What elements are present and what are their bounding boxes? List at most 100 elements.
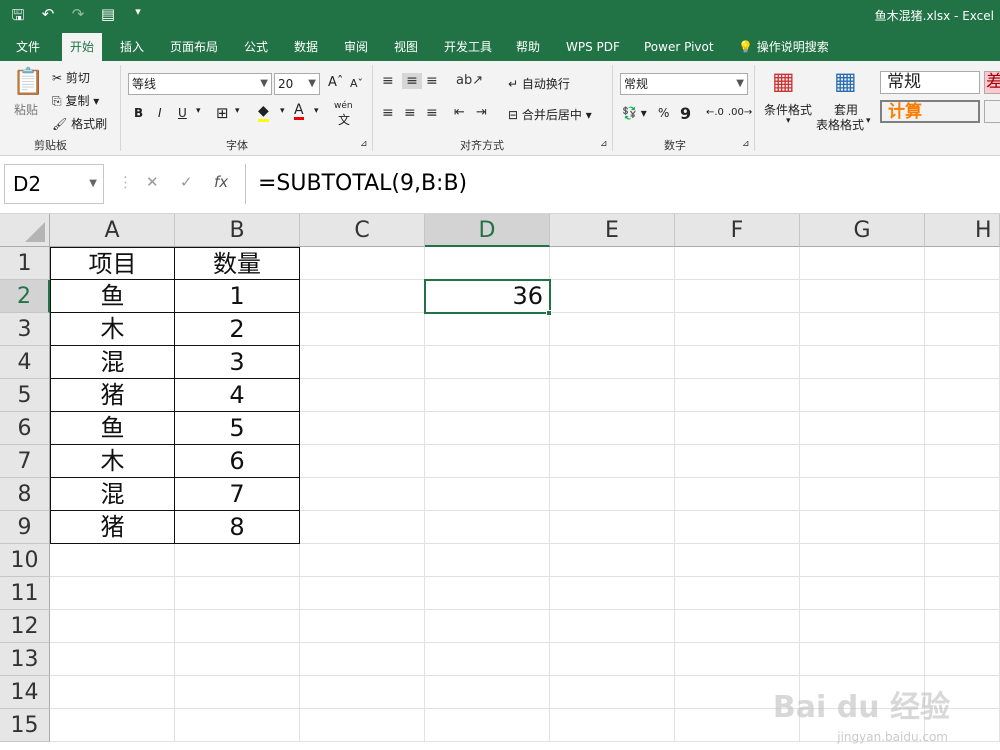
tab-home[interactable]: 开始 <box>62 33 103 61</box>
row-header-15[interactable]: 15 <box>0 709 50 742</box>
grid-cell[interactable] <box>550 709 675 742</box>
align-right-icon[interactable]: ≡ <box>426 105 438 121</box>
grid-cell[interactable] <box>175 544 300 577</box>
tab-file[interactable]: 文件 <box>8 33 48 61</box>
cell-b1[interactable]: 数量 <box>175 247 300 280</box>
grid-cell[interactable] <box>550 280 675 313</box>
grid-cell[interactable] <box>425 346 550 379</box>
grid-cell[interactable] <box>925 577 1000 610</box>
grid-cell[interactable] <box>300 643 425 676</box>
grid-cell[interactable] <box>300 577 425 610</box>
grid-cell[interactable] <box>425 478 550 511</box>
style-calculation[interactable]: 计算 <box>880 100 980 123</box>
grid-cell[interactable] <box>300 544 425 577</box>
grid-cell[interactable] <box>425 709 550 742</box>
row-header-11[interactable]: 11 <box>0 577 50 610</box>
grid-cell[interactable] <box>675 610 800 643</box>
grid-cell[interactable] <box>925 346 1000 379</box>
align-bottom-icon[interactable]: ≡ <box>426 73 438 89</box>
row-header-12[interactable]: 12 <box>0 610 50 643</box>
grid-cell[interactable] <box>800 610 925 643</box>
decrease-decimal-icon[interactable]: .00→ <box>728 107 752 118</box>
grid-cell[interactable] <box>675 577 800 610</box>
column-header-g[interactable]: G <box>800 214 925 247</box>
grid-cell[interactable] <box>550 511 675 544</box>
copy-button[interactable]: ⎘ 复制 ▾ <box>52 92 99 109</box>
grid-cell[interactable] <box>925 643 1000 676</box>
shrink-font-button[interactable]: Aˇ <box>350 77 363 90</box>
underline-dropdown-icon[interactable]: ▾ <box>196 106 201 116</box>
column-header-c[interactable]: C <box>300 214 425 247</box>
customize-icon[interactable]: ▾ <box>128 5 148 30</box>
cell-a7[interactable]: 木 <box>50 445 175 478</box>
grid-cell[interactable] <box>425 643 550 676</box>
cell-b3[interactable]: 2 <box>175 313 300 346</box>
column-header-h[interactable]: H <box>925 214 1000 247</box>
tell-me-search[interactable]: 💡 操作说明搜索 <box>730 33 837 61</box>
grid-cell[interactable] <box>800 544 925 577</box>
tab-view[interactable]: 视图 <box>386 33 426 61</box>
formula-input[interactable]: =SUBTOTAL(9,B:B) <box>245 164 1000 204</box>
font-name-combo[interactable]: 等线 ▼ <box>128 73 272 95</box>
fill-handle[interactable] <box>546 310 552 316</box>
grid-cell[interactable] <box>550 346 675 379</box>
cell-b8[interactable]: 7 <box>175 478 300 511</box>
format-table-label-2[interactable]: 表格格式 <box>816 116 864 133</box>
grid-cell[interactable] <box>300 313 425 346</box>
increase-indent-icon[interactable]: ⇥ <box>476 105 487 120</box>
column-header-b[interactable]: B <box>175 214 300 247</box>
grid-cell[interactable] <box>925 280 1000 313</box>
grid-cell[interactable] <box>800 412 925 445</box>
grid-cell[interactable] <box>550 313 675 346</box>
save-icon[interactable]: 🖫 <box>8 5 28 30</box>
cell-a6[interactable]: 鱼 <box>50 412 175 445</box>
form-icon[interactable]: ▤ <box>98 5 118 30</box>
align-center-icon[interactable]: ≡ <box>404 105 416 121</box>
cell-a4[interactable]: 混 <box>50 346 175 379</box>
grid-cell[interactable] <box>50 643 175 676</box>
grid-cell[interactable] <box>300 676 425 709</box>
row-header-2[interactable]: 2 <box>0 280 50 313</box>
grid-cell[interactable] <box>425 313 550 346</box>
align-middle-icon[interactable]: ≡ <box>402 73 422 89</box>
comma-style-button[interactable]: 9 <box>680 104 691 123</box>
grid-cell[interactable] <box>925 544 1000 577</box>
grid-cell[interactable] <box>675 643 800 676</box>
grid-cell[interactable] <box>425 610 550 643</box>
grid-cell[interactable] <box>675 247 800 280</box>
grid-cell[interactable] <box>300 346 425 379</box>
grid-cell[interactable] <box>175 577 300 610</box>
grid-cell[interactable] <box>550 610 675 643</box>
font-color-button[interactable]: A <box>294 103 304 120</box>
grid-cell[interactable] <box>675 280 800 313</box>
row-header-8[interactable]: 8 <box>0 478 50 511</box>
cancel-icon[interactable]: ✕ <box>146 173 159 191</box>
row-header-13[interactable]: 13 <box>0 643 50 676</box>
tab-insert[interactable]: 插入 <box>112 33 152 61</box>
grid-cell[interactable] <box>550 676 675 709</box>
grid-cell[interactable] <box>50 544 175 577</box>
insert-function-icon[interactable]: fx <box>214 173 228 191</box>
grid-cell[interactable] <box>425 676 550 709</box>
paste-icon[interactable]: 📋 <box>12 67 44 97</box>
grid-cell[interactable] <box>675 511 800 544</box>
grid-cell[interactable] <box>300 709 425 742</box>
grid-cell[interactable] <box>550 445 675 478</box>
tab-page-layout[interactable]: 页面布局 <box>162 33 226 61</box>
grid-cell[interactable] <box>425 379 550 412</box>
conditional-dropdown-icon[interactable]: ▾ <box>786 116 791 126</box>
conditional-format-icon[interactable]: ▦ <box>772 67 795 95</box>
style-normal[interactable]: 常规 <box>880 71 980 94</box>
grid-cell[interactable] <box>550 643 675 676</box>
underline-button[interactable]: U <box>178 106 187 120</box>
cell-a9[interactable]: 猪 <box>50 511 175 544</box>
align-left-icon[interactable]: ≡ <box>382 105 394 121</box>
grid-cell[interactable] <box>800 346 925 379</box>
grid-cell[interactable] <box>675 478 800 511</box>
font-dialog-launcher-icon[interactable]: ⊿ <box>360 139 368 149</box>
grid-cell[interactable] <box>300 511 425 544</box>
column-header-e[interactable]: E <box>550 214 675 247</box>
row-header-3[interactable]: 3 <box>0 313 50 346</box>
row-header-5[interactable]: 5 <box>0 379 50 412</box>
fill-color-dropdown-icon[interactable]: ▾ <box>280 106 285 116</box>
